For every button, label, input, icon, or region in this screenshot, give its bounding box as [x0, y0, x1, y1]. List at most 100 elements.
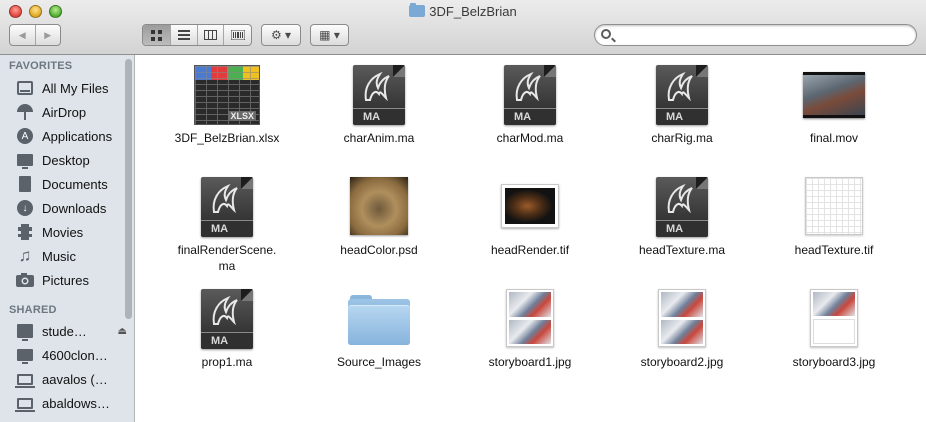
cover-flow-icon	[230, 30, 245, 40]
sidebar-item-applications[interactable]: A Applications	[15, 125, 123, 147]
list-view-icon	[177, 30, 190, 40]
column-view-button[interactable]	[198, 25, 225, 45]
file-item-jpg[interactable]: storyboard2.jpg	[612, 289, 752, 370]
search-input[interactable]	[617, 27, 907, 43]
window-title-text: 3DF_BelzBrian	[429, 4, 517, 19]
sidebar-item-label: stude…	[42, 323, 87, 339]
forward-arrow-icon: ▶	[44, 29, 52, 40]
all-files-icon	[15, 79, 35, 97]
sidebar-item-shared-laptop-2[interactable]: abaldows…	[15, 392, 123, 414]
file-item-jpg[interactable]: storyboard3.jpg	[764, 289, 904, 370]
gear-icon: ⚙ ▾	[270, 28, 292, 42]
sidebar-item-movies[interactable]: Movies	[15, 221, 123, 243]
file-type-badge: MA	[201, 332, 253, 349]
airdrop-icon	[15, 103, 35, 121]
sidebar-item-documents[interactable]: Documents	[15, 173, 123, 195]
action-menu-button[interactable]: ⚙ ▾	[261, 24, 301, 46]
file-item-maya[interactable]: MA charRig.ma	[612, 65, 752, 146]
file-item-jpg[interactable]: storyboard1.jpg	[460, 289, 600, 370]
file-name: storyboard1.jpg	[488, 355, 572, 369]
sidebar-item-shared-laptop-1[interactable]: aavalos (…	[15, 368, 123, 390]
file-item-tif[interactable]: headRender.tif	[460, 177, 600, 258]
sidebar-item-label: aavalos (…	[42, 371, 108, 387]
sidebar-item-downloads[interactable]: ↓ Downloads	[15, 197, 123, 219]
file-name: charMod.ma	[496, 131, 564, 145]
sidebar-item-music[interactable]: ♫ Music	[15, 245, 123, 267]
arrange-menu-button[interactable]: ▦ ▾	[310, 24, 349, 46]
server-icon	[15, 322, 35, 341]
back-forward-control: ◀ ▶	[9, 24, 61, 46]
file-type-badge: MA	[656, 108, 708, 125]
maya-file-icon: MA	[201, 177, 253, 237]
pictures-icon	[15, 271, 35, 289]
maya-file-icon: MA	[201, 289, 253, 349]
file-item-folder[interactable]: Source_Images	[309, 289, 449, 370]
file-name: storyboard2.jpg	[640, 355, 724, 369]
file-name: final.mov	[809, 131, 859, 145]
eject-icon[interactable]: ⏏	[118, 326, 127, 337]
music-icon: ♫	[18, 246, 32, 265]
file-name: storyboard3.jpg	[792, 355, 876, 369]
sidebar-item-label: Desktop	[42, 152, 90, 168]
file-name: 3DF_BelzBrian.xlsx	[174, 131, 280, 145]
image-file-icon	[658, 289, 706, 347]
sidebar-item-label: Movies	[42, 224, 84, 240]
favorites-heading: FAVORITES	[9, 60, 73, 72]
file-type-badge: MA	[656, 220, 708, 237]
back-button[interactable]: ◀	[10, 25, 36, 45]
column-view-icon	[203, 30, 217, 40]
file-item-tif[interactable]: headTexture.tif	[764, 177, 904, 258]
file-item-maya[interactable]: MA charMod.ma	[460, 65, 600, 146]
sidebar-item-all-my-files[interactable]: All My Files	[15, 77, 123, 99]
laptop-icon	[15, 370, 35, 388]
file-name: headTexture.ma	[638, 243, 726, 257]
image-file-icon	[350, 177, 408, 235]
sidebar-item-shared-server[interactable]: stude… ⏏	[15, 320, 127, 342]
sidebar-item-label: Music	[42, 248, 76, 264]
laptop-icon	[15, 394, 35, 412]
icon-view-button[interactable]	[143, 25, 171, 45]
file-item-xlsx[interactable]: XLSX 3DF_BelzBrian.xlsx	[157, 65, 297, 146]
sidebar: FAVORITES All My Files AirDrop A Applica…	[0, 55, 135, 422]
icon-view-icon	[150, 29, 162, 41]
sidebar-item-desktop[interactable]: Desktop	[15, 149, 123, 171]
file-name: headColor.psd	[340, 243, 418, 257]
sidebar-item-airdrop[interactable]: AirDrop	[15, 101, 123, 123]
computer-icon	[15, 346, 35, 364]
shared-heading: SHARED	[9, 304, 57, 316]
search-field[interactable]	[594, 24, 917, 46]
maya-file-icon: MA	[656, 65, 708, 125]
sidebar-item-label: 4600clon…	[42, 347, 108, 363]
list-view-button[interactable]	[171, 25, 198, 45]
documents-icon	[15, 175, 35, 193]
file-type-badge: MA	[504, 108, 556, 125]
file-item-psd[interactable]: headColor.psd	[309, 177, 449, 258]
maya-file-icon: MA	[504, 65, 556, 125]
folder-icon	[409, 3, 426, 17]
image-file-icon	[506, 289, 554, 347]
downloads-icon: ↓	[15, 199, 35, 217]
sidebar-item-pictures[interactable]: Pictures	[15, 269, 123, 291]
maya-file-icon: MA	[353, 65, 405, 125]
file-name: finalRenderScene. ma	[177, 243, 277, 273]
applications-icon: A	[15, 127, 35, 145]
file-type-badge: XLSX	[228, 111, 256, 121]
arrange-icon: ▦ ▾	[319, 28, 340, 42]
sidebar-item-label: abaldows…	[42, 395, 110, 411]
file-item-maya[interactable]: MA charAnim.ma	[309, 65, 449, 146]
view-mode-control	[142, 24, 252, 46]
file-item-movie[interactable]: final.mov	[764, 65, 904, 146]
window-title: 3DF_BelzBrian	[0, 3, 926, 19]
image-file-icon	[805, 177, 863, 235]
cover-flow-view-button[interactable]	[224, 25, 251, 45]
forward-button[interactable]: ▶	[36, 25, 61, 45]
file-item-maya[interactable]: MA headTexture.ma	[612, 177, 752, 258]
sidebar-scrollbar[interactable]	[125, 59, 132, 319]
file-item-maya[interactable]: MA finalRenderScene. ma	[157, 177, 297, 274]
spreadsheet-file-icon: XLSX	[194, 65, 260, 125]
file-name: headRender.tif	[490, 243, 570, 257]
file-icon-grid: XLSX 3DF_BelzBrian.xlsx MA charAnim.ma M…	[136, 55, 926, 422]
file-item-maya[interactable]: MA prop1.ma	[157, 289, 297, 370]
sidebar-item-label: AirDrop	[42, 104, 87, 120]
sidebar-item-shared-computer[interactable]: 4600clon…	[15, 344, 123, 366]
